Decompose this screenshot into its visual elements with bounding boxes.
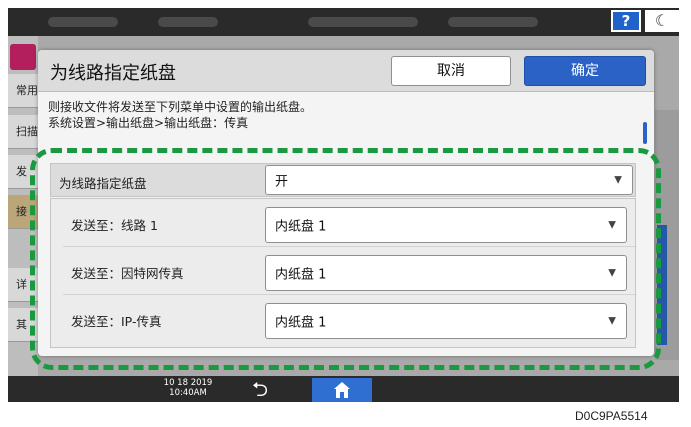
background-tab: 发 bbox=[8, 155, 38, 189]
main-setting-row: 为线路指定纸盘 开 ▼ bbox=[50, 163, 636, 197]
background-accent bbox=[657, 225, 667, 345]
blurred-element bbox=[308, 17, 418, 27]
background-tab: 详 bbox=[8, 268, 38, 302]
datetime-display: 10 18 2019 10:40AM bbox=[163, 378, 213, 398]
dialog-title: 为线路指定纸盘 bbox=[50, 63, 176, 84]
dialog-header: 为线路指定纸盘 取消 确定 bbox=[38, 50, 654, 92]
app-logo-icon bbox=[10, 44, 36, 70]
select-value: 内纸盘 1 bbox=[275, 219, 327, 235]
tray-select[interactable]: 内纸盘 1 ▼ bbox=[265, 255, 627, 291]
blurred-element bbox=[158, 17, 218, 27]
row-label: 发送至：线路 1 bbox=[71, 218, 158, 233]
back-button[interactable]: ⮌ bbox=[245, 378, 275, 400]
date-text: 10 18 2019 bbox=[163, 378, 213, 388]
sleep-button[interactable]: ☾ bbox=[645, 10, 679, 32]
background-tab: 常用 bbox=[8, 74, 38, 108]
chevron-down-icon: ▼ bbox=[608, 219, 616, 231]
figure-id: D0C9PA5514 bbox=[575, 409, 648, 423]
background-tab: 其 bbox=[8, 308, 38, 342]
blurred-element bbox=[448, 17, 538, 27]
assign-tray-dialog: 为线路指定纸盘 取消 确定 则接收文件将发送至下列菜单中设置的输出纸盘。 系统设… bbox=[38, 50, 654, 356]
help-button[interactable]: ? bbox=[611, 10, 641, 32]
tray-select[interactable]: 内纸盘 1 ▼ bbox=[265, 303, 627, 339]
chevron-down-icon: ▼ bbox=[614, 174, 622, 186]
main-setting-label: 为线路指定纸盘 bbox=[59, 176, 147, 191]
home-button[interactable] bbox=[312, 378, 372, 402]
line-setting-row: 发送至：IP-传真 内纸盘 1 ▼ bbox=[63, 295, 637, 343]
line-settings-list: 发送至：线路 1 内纸盘 1 ▼ 发送至：因特网传真 内纸盘 1 ▼ 发送至：I… bbox=[50, 198, 637, 348]
scroll-indicator[interactable] bbox=[643, 122, 647, 144]
background-tab-active: 接 bbox=[8, 195, 38, 229]
description-line: 则接收文件将发送至下列菜单中设置的输出纸盘。 bbox=[48, 100, 313, 114]
line-setting-row: 发送至：因特网传真 内纸盘 1 ▼ bbox=[63, 247, 637, 295]
line-setting-row: 发送至：线路 1 内纸盘 1 ▼ bbox=[63, 199, 637, 247]
moon-icon: ☾ bbox=[654, 11, 670, 30]
description-line: 系统设置>输出纸盘>输出纸盘：传真 bbox=[48, 116, 249, 130]
time-text: 10:40AM bbox=[169, 388, 207, 398]
select-value: 内纸盘 1 bbox=[275, 315, 327, 331]
ok-button[interactable]: 确定 bbox=[524, 56, 646, 86]
main-setting-select[interactable]: 开 ▼ bbox=[265, 165, 633, 195]
dialog-description: 则接收文件将发送至下列菜单中设置的输出纸盘。 系统设置>输出纸盘>输出纸盘：传真 bbox=[48, 99, 312, 131]
row-label: 发送至：因特网传真 bbox=[71, 266, 184, 281]
home-icon bbox=[334, 382, 350, 398]
select-value: 内纸盘 1 bbox=[275, 267, 327, 283]
select-value: 开 bbox=[275, 174, 289, 190]
chevron-down-icon: ▼ bbox=[608, 315, 616, 327]
blurred-element bbox=[48, 17, 118, 27]
row-label: 发送至：IP-传真 bbox=[71, 314, 162, 329]
cancel-button[interactable]: 取消 bbox=[391, 56, 511, 86]
back-arrow-icon: ⮌ bbox=[251, 377, 269, 401]
chevron-down-icon: ▼ bbox=[608, 267, 616, 279]
background-tab: 扫描 bbox=[8, 115, 38, 149]
top-status-bar bbox=[8, 8, 679, 36]
tray-select[interactable]: 内纸盘 1 ▼ bbox=[265, 207, 627, 243]
